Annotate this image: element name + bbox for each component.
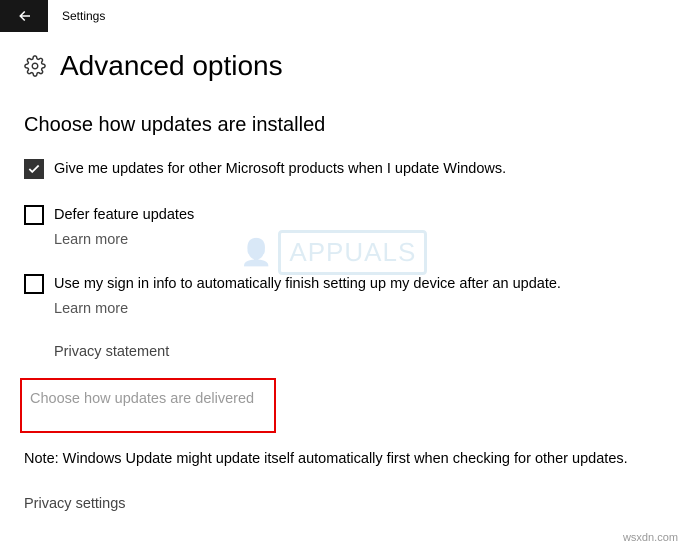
- page-title: Advanced options: [60, 50, 283, 82]
- option-other-products: Give me updates for other Microsoft prod…: [24, 159, 660, 179]
- checkbox-label-other-products: Give me updates for other Microsoft prod…: [54, 159, 506, 179]
- back-button[interactable]: [0, 0, 48, 32]
- titlebar-label: Settings: [62, 9, 105, 23]
- learn-more-defer[interactable]: Learn more: [54, 232, 128, 248]
- learn-more-signin[interactable]: Learn more: [54, 301, 128, 317]
- titlebar: Settings: [0, 0, 684, 32]
- checkbox-label-signin: Use my sign in info to automatically fin…: [54, 274, 561, 294]
- back-arrow-icon: [15, 7, 33, 25]
- option-signin: Use my sign in info to automatically fin…: [24, 274, 660, 317]
- privacy-settings-link[interactable]: Privacy settings: [24, 496, 126, 512]
- page-header: Advanced options: [24, 50, 660, 82]
- checkbox-label-defer: Defer feature updates: [54, 205, 194, 225]
- watermark-site: wsxdn.com: [623, 532, 678, 544]
- section-title: Choose how updates are installed: [24, 114, 660, 137]
- privacy-statement-link[interactable]: Privacy statement: [54, 344, 169, 360]
- gear-icon: [24, 55, 46, 77]
- option-defer: Defer feature updates Learn more: [24, 205, 660, 248]
- content: Advanced options Choose how updates are …: [0, 32, 684, 512]
- highlight-box: Choose how updates are delivered: [20, 378, 276, 433]
- note-text: Note: Windows Update might update itself…: [24, 451, 660, 467]
- checkmark-icon: [27, 162, 41, 176]
- checkbox-signin[interactable]: [24, 274, 44, 294]
- choose-delivery-link[interactable]: Choose how updates are delivered: [30, 391, 254, 407]
- checkbox-other-products[interactable]: [24, 159, 44, 179]
- checkbox-defer[interactable]: [24, 205, 44, 225]
